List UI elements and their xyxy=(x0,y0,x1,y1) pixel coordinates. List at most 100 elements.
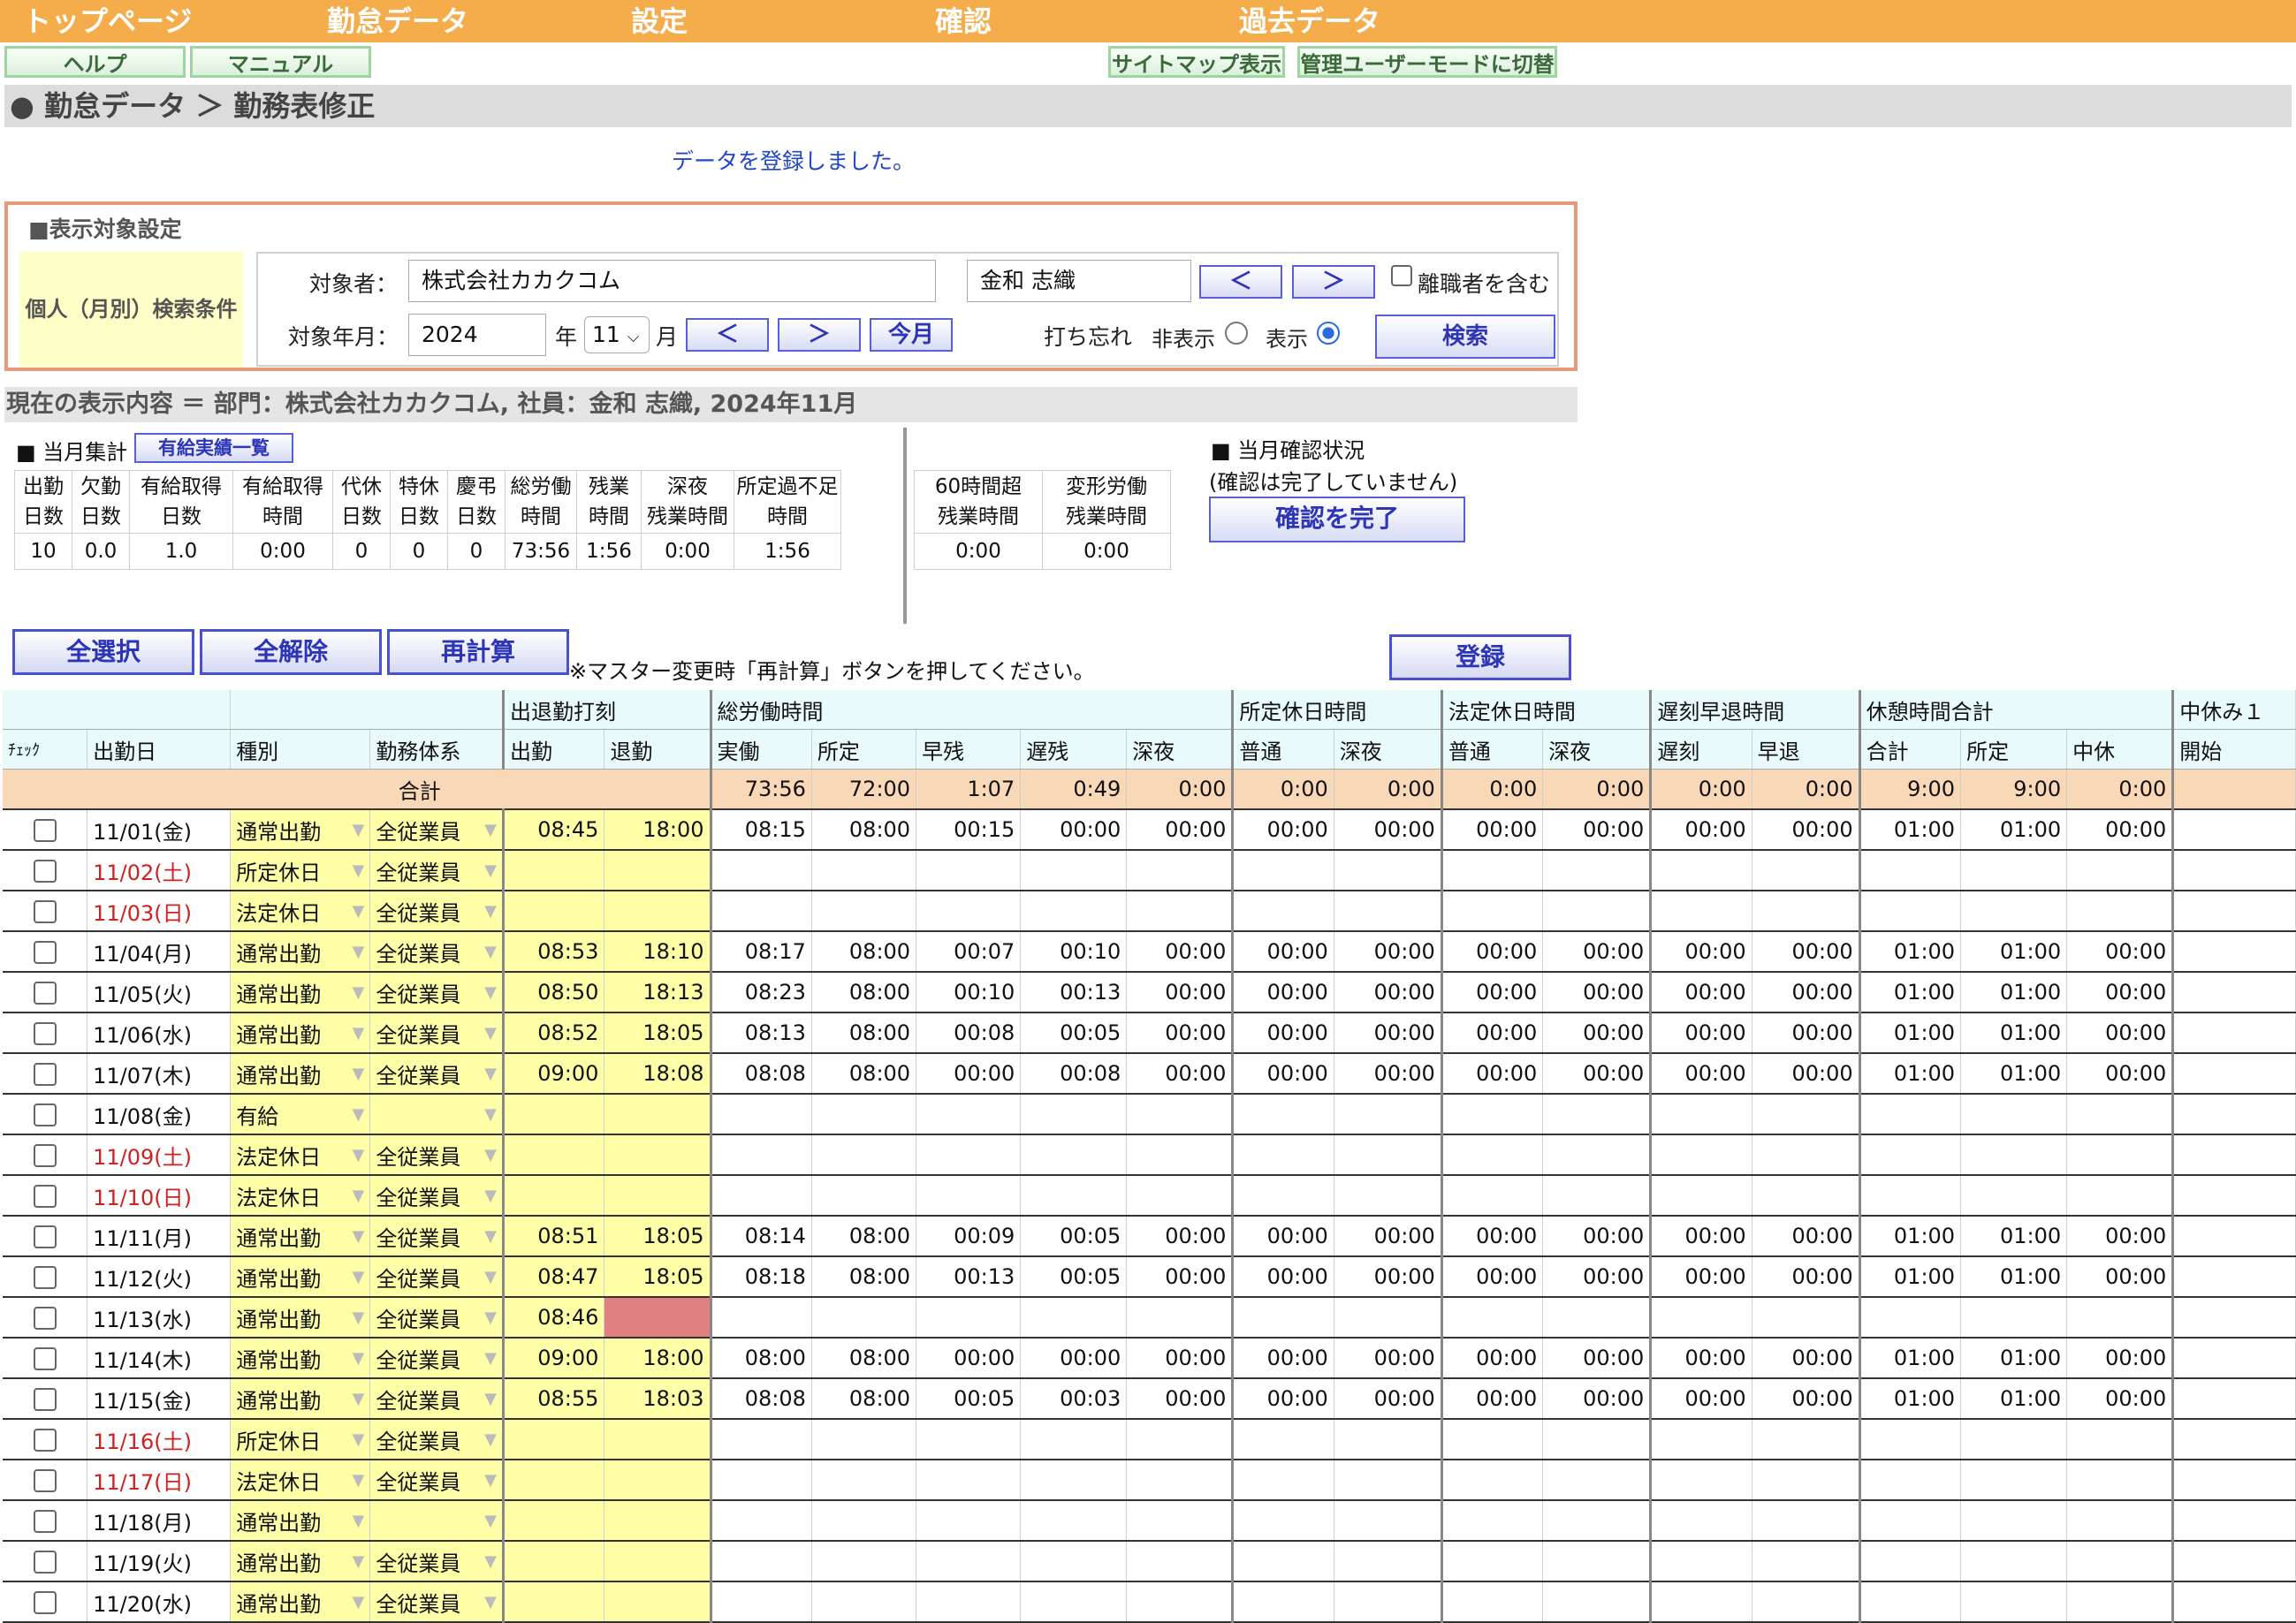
work-system-select[interactable]: 全従業員 ▼ xyxy=(369,850,504,891)
clock-out[interactable] xyxy=(604,1175,711,1217)
work-system-select[interactable]: ▼ xyxy=(369,1500,504,1542)
clock-in[interactable]: 08:53 xyxy=(501,931,605,973)
type-select[interactable]: 通常出勤 ▼ xyxy=(230,1053,371,1095)
row-checkbox[interactable] xyxy=(33,1266,57,1289)
row-checkbox[interactable] xyxy=(33,1469,57,1492)
row-checkbox[interactable] xyxy=(33,1429,57,1452)
type-select[interactable]: 所定休日 ▼ xyxy=(230,850,371,891)
clock-in[interactable] xyxy=(501,1581,605,1623)
work-system-select[interactable]: 全従業員 ▼ xyxy=(369,1460,504,1501)
clock-in[interactable] xyxy=(501,1460,605,1501)
work-system-select[interactable]: 全従業員 ▼ xyxy=(369,1053,504,1095)
clock-in[interactable] xyxy=(501,1419,605,1460)
clock-out[interactable] xyxy=(604,891,711,932)
row-checkbox[interactable] xyxy=(33,1063,57,1086)
row-checkbox[interactable] xyxy=(33,982,57,1005)
type-select[interactable]: 通常出勤 ▼ xyxy=(230,809,371,851)
clock-out[interactable] xyxy=(604,850,711,891)
clock-out[interactable] xyxy=(604,1297,711,1339)
row-checkbox[interactable] xyxy=(33,1551,57,1574)
row-checkbox[interactable] xyxy=(33,1388,57,1411)
month-prev-button[interactable]: ＜ xyxy=(686,318,769,352)
type-select[interactable]: 通常出勤 ▼ xyxy=(230,1541,371,1582)
work-system-select[interactable]: 全従業員 ▼ xyxy=(369,1012,504,1054)
clock-out[interactable]: 18:05 xyxy=(604,1256,711,1298)
clock-in[interactable]: 08:55 xyxy=(501,1378,605,1420)
clear-all-button[interactable]: 全解除 xyxy=(200,629,382,675)
clock-in[interactable] xyxy=(501,1541,605,1582)
clock-out[interactable]: 18:08 xyxy=(604,1053,711,1095)
register-button[interactable]: 登録 xyxy=(1389,634,1571,680)
employee-field[interactable]: 金和 志織 xyxy=(967,260,1191,302)
clock-out[interactable] xyxy=(604,1419,711,1460)
show-radio[interactable] xyxy=(1317,322,1340,345)
clock-out[interactable] xyxy=(604,1541,711,1582)
this-month-button[interactable]: 今月 xyxy=(870,318,953,352)
row-checkbox[interactable] xyxy=(33,941,57,964)
clock-out[interactable]: 18:00 xyxy=(604,1338,711,1379)
work-system-select[interactable]: 全従業員 ▼ xyxy=(369,1378,504,1420)
clock-out[interactable]: 18:05 xyxy=(604,1216,711,1257)
row-checkbox[interactable] xyxy=(33,900,57,923)
row-checkbox[interactable] xyxy=(33,1185,57,1208)
clock-in[interactable]: 08:52 xyxy=(501,1012,605,1054)
nav-top[interactable]: トップページ xyxy=(23,2,192,41)
clock-in[interactable]: 08:47 xyxy=(501,1256,605,1298)
hide-radio[interactable] xyxy=(1225,322,1248,345)
recalc-button[interactable]: 再計算 xyxy=(387,629,569,675)
clock-out[interactable] xyxy=(604,1500,711,1542)
paid-leave-list-button[interactable]: 有給実績一覧 xyxy=(134,433,293,463)
clock-in[interactable] xyxy=(501,891,605,932)
manual-button[interactable]: マニュアル xyxy=(190,46,371,78)
clock-in[interactable]: 08:45 xyxy=(501,809,605,851)
row-checkbox[interactable] xyxy=(33,1144,57,1167)
row-checkbox[interactable] xyxy=(33,1591,57,1614)
help-button[interactable]: ヘルプ xyxy=(4,46,186,78)
row-checkbox[interactable] xyxy=(33,819,57,842)
clock-in[interactable] xyxy=(501,1094,605,1135)
admin-mode-button[interactable]: 管理ユーザーモードに切替 xyxy=(1297,46,1557,78)
clock-out[interactable]: 18:03 xyxy=(604,1378,711,1420)
type-select[interactable]: 法定休日 ▼ xyxy=(230,1134,371,1176)
clock-in[interactable] xyxy=(501,1175,605,1217)
work-system-select[interactable]: ▼ xyxy=(369,1094,504,1135)
type-select[interactable]: 通常出勤 ▼ xyxy=(230,1216,371,1257)
work-system-select[interactable]: 全従業員 ▼ xyxy=(369,1216,504,1257)
row-checkbox[interactable] xyxy=(33,1510,57,1533)
clock-in[interactable]: 08:50 xyxy=(501,972,605,1013)
clock-out[interactable]: 18:05 xyxy=(604,1012,711,1054)
work-system-select[interactable]: 全従業員 ▼ xyxy=(369,1297,504,1339)
employee-next-button[interactable]: ＞ xyxy=(1292,265,1375,299)
type-select[interactable]: 通常出勤 ▼ xyxy=(230,972,371,1013)
employee-prev-button[interactable]: ＜ xyxy=(1199,265,1282,299)
type-select[interactable]: 通常出勤 ▼ xyxy=(230,1256,371,1298)
work-system-select[interactable]: 全従業員 ▼ xyxy=(369,1581,504,1623)
work-system-select[interactable]: 全従業員 ▼ xyxy=(369,1256,504,1298)
type-select[interactable]: 通常出勤 ▼ xyxy=(230,1338,371,1379)
work-system-select[interactable]: 全従業員 ▼ xyxy=(369,1541,504,1582)
type-select[interactable]: 法定休日 ▼ xyxy=(230,1460,371,1501)
clock-in[interactable]: 09:00 xyxy=(501,1053,605,1095)
clock-in[interactable] xyxy=(501,850,605,891)
clock-out[interactable]: 18:10 xyxy=(604,931,711,973)
confirm-complete-button[interactable]: 確認を完了 xyxy=(1209,497,1465,542)
select-all-button[interactable]: 全選択 xyxy=(12,629,194,675)
work-system-select[interactable]: 全従業員 ▼ xyxy=(369,1134,504,1176)
clock-in[interactable] xyxy=(501,1500,605,1542)
row-checkbox[interactable] xyxy=(33,1347,57,1370)
work-system-select[interactable]: 全従業員 ▼ xyxy=(369,891,504,932)
type-select[interactable]: 通常出勤 ▼ xyxy=(230,931,371,973)
company-field[interactable]: 株式会社カカクコム xyxy=(408,260,936,302)
month-select[interactable]: 11 ⌵ xyxy=(584,316,650,353)
type-select[interactable]: 通常出勤 ▼ xyxy=(230,1297,371,1339)
row-checkbox[interactable] xyxy=(33,1022,57,1045)
work-system-select[interactable]: 全従業員 ▼ xyxy=(369,809,504,851)
clock-out[interactable]: 18:00 xyxy=(604,809,711,851)
row-checkbox[interactable] xyxy=(33,1103,57,1126)
row-checkbox[interactable] xyxy=(33,1307,57,1330)
type-select[interactable]: 通常出勤 ▼ xyxy=(230,1378,371,1420)
type-select[interactable]: 通常出勤 ▼ xyxy=(230,1012,371,1054)
nav-settings[interactable]: 設定 xyxy=(631,2,688,41)
work-system-select[interactable]: 全従業員 ▼ xyxy=(369,1338,504,1379)
work-system-select[interactable]: 全従業員 ▼ xyxy=(369,972,504,1013)
